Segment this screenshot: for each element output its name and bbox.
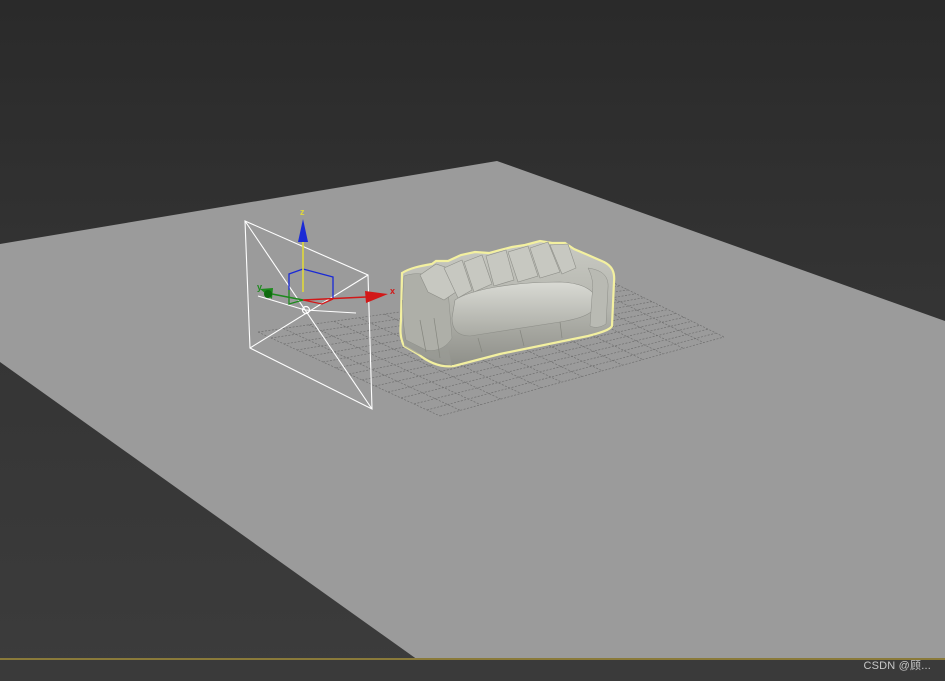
ground-plane[interactable] [0,161,945,660]
gizmo-z-label: z [300,207,305,217]
gizmo-y-label: y [257,282,262,292]
bottom-strip [0,660,945,681]
watermark-text: CSDN @顾... [863,660,931,672]
gizmo-x-label: x [390,286,395,296]
3d-viewport[interactable]: z x y CSDN @顾... [0,0,945,681]
viewport-scene[interactable]: z x y [0,0,945,660]
